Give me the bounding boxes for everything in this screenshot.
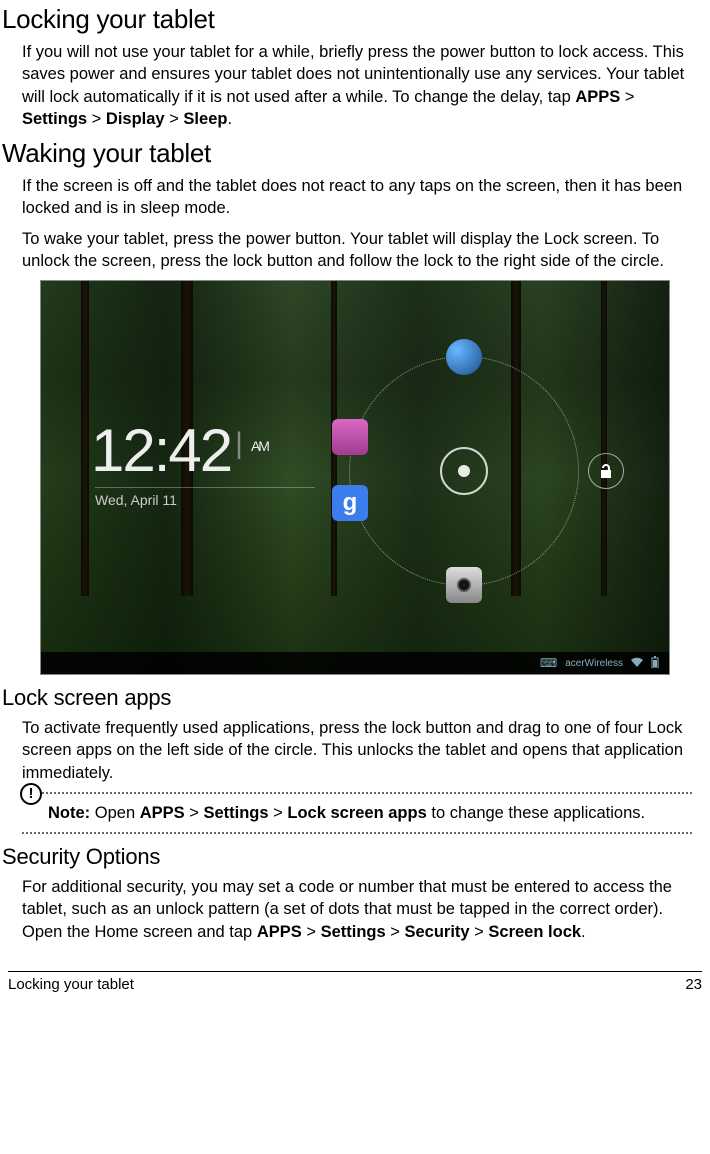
paragraph-lockapps-1: To activate frequently used applications… (22, 717, 692, 784)
text-segment: to change these applications. (427, 804, 645, 822)
paragraph-waking-1: If the screen is off and the tablet does… (22, 175, 692, 220)
text-segment: . (227, 110, 232, 128)
network-name: acerWireless (565, 658, 623, 669)
footer-chapter-title: Locking your tablet (8, 976, 134, 993)
paragraph-locking-1: If you will not use your tablet for a wh… (22, 41, 692, 130)
separator: > (87, 110, 106, 128)
clock-date: Wed, April 11 (95, 487, 315, 508)
wifi-icon (631, 657, 643, 670)
nav-path-apps: APPS (257, 923, 302, 941)
wallpaper-tree (601, 281, 607, 595)
footer-page-number: 23 (685, 976, 702, 993)
nav-path-settings: Settings (22, 110, 87, 128)
unlock-padlock-icon (599, 463, 613, 479)
google-search-icon[interactable]: g (332, 485, 368, 521)
nav-path-lockscreen-apps: Lock screen apps (287, 804, 426, 822)
note-callout: ! Note: Open APPS > Settings > Lock scre… (22, 792, 692, 834)
nav-path-settings: Settings (203, 804, 268, 822)
clock-divider: | (235, 427, 241, 460)
wallpaper-tree (81, 281, 89, 595)
heading-waking: Waking your tablet (2, 138, 710, 169)
lock-slider-ring[interactable]: g (349, 356, 579, 586)
separator: > (165, 110, 184, 128)
gallery-icon[interactable] (332, 419, 368, 455)
heading-security-options: Security Options (2, 844, 710, 870)
heading-lock-screen-apps: Lock screen apps (2, 685, 710, 711)
nav-path-settings: Settings (321, 923, 386, 941)
camera-lens-icon (457, 578, 471, 592)
alert-icon: ! (20, 783, 42, 805)
separator: > (185, 804, 204, 822)
browser-globe-icon[interactable] (446, 339, 482, 375)
separator: > (269, 804, 288, 822)
nav-path-display: Display (106, 110, 165, 128)
note-label: Note: (48, 804, 90, 822)
keyboard-icon: ⌨ (540, 656, 557, 670)
nav-path-sleep: Sleep (183, 110, 227, 128)
text-segment: Open (90, 804, 140, 822)
nav-path-apps: APPS (140, 804, 185, 822)
lockscreen-clock: 12:42| AM Wed, April 11 (91, 416, 315, 508)
battery-icon (651, 656, 659, 671)
camera-icon[interactable] (446, 567, 482, 603)
paragraph-security-1: For additional security, you may set a c… (22, 876, 692, 943)
heading-locking: Locking your tablet (2, 4, 710, 35)
lockscreen-figure: 12:42| AM Wed, April 11 g ⌨ acerWireless (40, 280, 670, 675)
page-footer: Locking your tablet 23 (8, 971, 702, 993)
nav-path-screen-lock: Screen lock (488, 923, 581, 941)
status-bar: ⌨ acerWireless (41, 652, 669, 674)
unlock-target[interactable] (588, 453, 624, 489)
separator: > (620, 88, 634, 106)
text-segment: . (581, 923, 586, 941)
nav-path-security: Security (404, 923, 469, 941)
nav-path-apps: APPS (575, 88, 620, 106)
clock-time-text: 12:42| AM (91, 416, 315, 485)
note-text: Note: Open APPS > Settings > Lock screen… (48, 802, 692, 824)
separator: > (302, 923, 321, 941)
clock-ampm: AM (251, 438, 268, 454)
lock-slider-handle[interactable] (440, 447, 488, 495)
separator: > (470, 923, 489, 941)
separator: > (386, 923, 405, 941)
clock-time-value: 12:42 (91, 417, 231, 484)
paragraph-waking-2: To wake your tablet, press the power but… (22, 228, 692, 273)
